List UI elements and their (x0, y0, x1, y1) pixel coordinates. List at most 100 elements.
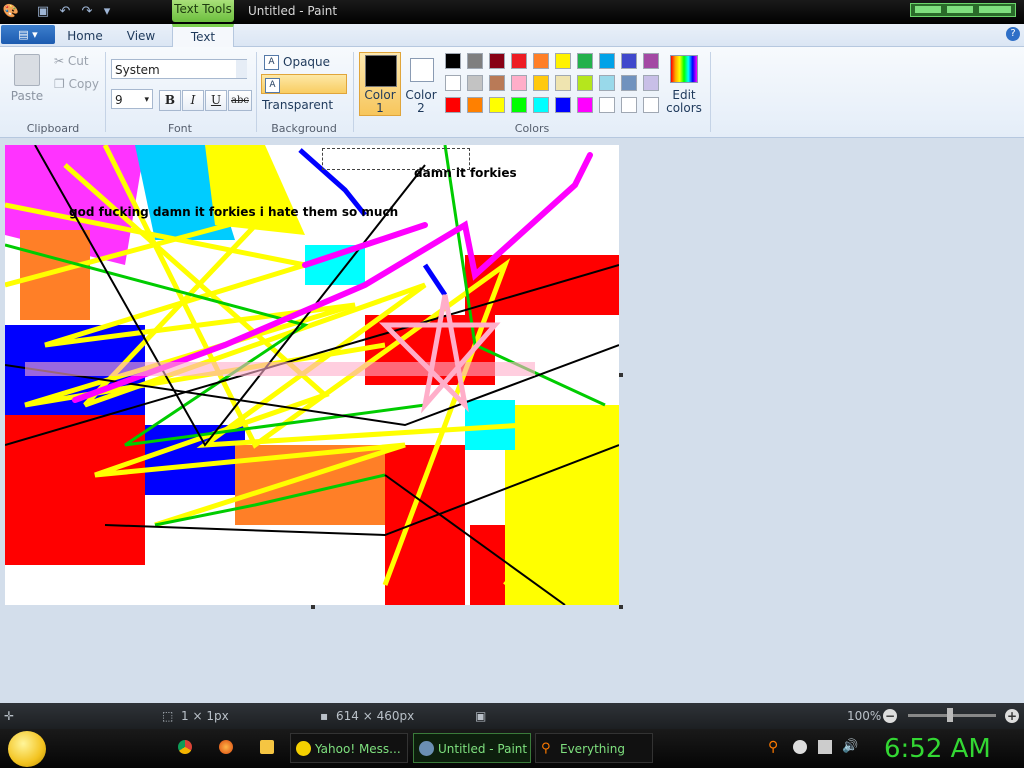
cursor-position-icon: ✛ (4, 709, 15, 723)
palette-swatch[interactable] (555, 53, 571, 69)
tray-minus-icon[interactable] (793, 740, 807, 754)
palette-swatch[interactable] (489, 53, 505, 69)
taskbar-item-paint[interactable]: Untitled - Paint (413, 733, 531, 763)
clipboard-icon (14, 54, 40, 86)
palette-swatch[interactable] (621, 53, 637, 69)
palette-swatch[interactable] (511, 97, 527, 113)
canvas-text-main: god fucking damn it forkies i hate them … (69, 205, 399, 219)
tab-view[interactable]: View (120, 26, 162, 46)
group-divider (710, 52, 711, 132)
save-icon[interactable]: ▣ (34, 3, 52, 21)
close-button[interactable] (979, 6, 1011, 13)
palette-swatch[interactable] (643, 53, 659, 69)
bold-button[interactable]: B (159, 90, 181, 111)
resize-handle-bottom[interactable] (311, 605, 315, 609)
copy-button[interactable]: ❐ Copy (54, 75, 99, 93)
taskbar-item-yahoo-messenger[interactable]: Yahoo! Mess... (290, 733, 408, 763)
zoom-level: 100% (847, 709, 882, 723)
palette-swatch[interactable] (621, 97, 637, 113)
palette-swatch[interactable] (445, 53, 461, 69)
image-size: 614 × 460px (336, 709, 415, 723)
palette-swatch[interactable] (445, 75, 461, 91)
palette-swatch[interactable] (467, 53, 483, 69)
palette-swatch[interactable] (467, 75, 483, 91)
maximize-button[interactable] (947, 6, 973, 13)
font-size-select[interactable]: 9 ▾ (111, 89, 153, 109)
copy-icon: ❐ (54, 77, 69, 91)
search-icon[interactable]: ⚲ (768, 740, 782, 754)
window-controls[interactable] (910, 3, 1016, 17)
zoom-out-button[interactable]: − (883, 709, 897, 723)
image-size-icon: ▪ (320, 709, 329, 723)
chevron-down-icon[interactable] (236, 60, 247, 78)
quick-access-dropdown-icon[interactable]: ▾ (98, 3, 116, 21)
volume-icon[interactable]: 🔊 (842, 740, 858, 754)
network-icon[interactable] (818, 740, 832, 754)
minimize-button[interactable] (915, 6, 941, 13)
text-tools-context-label: Text Tools (172, 0, 234, 22)
paint-app-icon[interactable]: 🎨 (2, 3, 20, 21)
font-family-select[interactable]: System (111, 59, 247, 79)
start-smiley-icon[interactable] (8, 731, 46, 767)
palette-swatch[interactable] (555, 75, 571, 91)
palette-swatch[interactable] (621, 75, 637, 91)
canvas-text-top: damn it forkies (414, 166, 517, 180)
group-divider (105, 52, 106, 132)
firefox-icon[interactable] (219, 740, 233, 754)
help-icon[interactable]: ? (1006, 27, 1020, 41)
paste-button[interactable]: Paste (6, 89, 48, 103)
italic-button[interactable]: I (182, 90, 204, 111)
palette-swatch[interactable] (599, 75, 615, 91)
palette-swatch[interactable] (599, 53, 615, 69)
color-spectrum-icon[interactable] (670, 55, 698, 83)
cut-button[interactable]: ✂ Cut (54, 52, 89, 70)
palette-swatch[interactable] (577, 53, 593, 69)
palette-swatch[interactable] (489, 97, 505, 113)
taskbar-item-everything[interactable]: ⚲ Everything (535, 733, 653, 763)
clock[interactable]: 6:52 AM (884, 733, 991, 765)
scissors-icon: ✂ (54, 54, 68, 68)
strikethrough-button[interactable]: abc (228, 90, 252, 111)
title-bar (0, 0, 1024, 24)
color2-swatch[interactable] (410, 58, 434, 82)
palette-swatch[interactable] (643, 97, 659, 113)
palette-swatch[interactable] (533, 53, 549, 69)
palette-swatch[interactable] (577, 97, 593, 113)
font-group-label: Font (168, 122, 192, 135)
underline-button[interactable]: U (205, 90, 227, 111)
palette-swatch[interactable] (445, 97, 461, 113)
palette-swatch[interactable] (577, 75, 593, 91)
group-divider (256, 52, 257, 132)
palette-swatch[interactable] (555, 97, 571, 113)
palette-swatch[interactable] (643, 75, 659, 91)
opaque-button[interactable]: A Opaque (261, 53, 347, 72)
edit-colors-button[interactable]: Edit colors (662, 89, 706, 115)
resize-handle-right[interactable] (619, 373, 623, 377)
paint-icon (419, 741, 434, 756)
palette-swatch[interactable] (533, 97, 549, 113)
tab-home[interactable]: Home (64, 26, 106, 46)
palette-swatch[interactable] (533, 75, 549, 91)
folder-icon[interactable] (260, 740, 274, 754)
undo-icon[interactable]: ↶ (56, 3, 74, 21)
zoom-slider-thumb[interactable] (947, 708, 953, 722)
background-group-label: Background (271, 122, 337, 135)
palette-swatch[interactable] (489, 75, 505, 91)
colors-group-label: Colors (514, 122, 550, 135)
group-divider (353, 52, 354, 132)
color1-label: Color 1 (364, 88, 396, 115)
palette-swatch[interactable] (511, 53, 527, 69)
chevron-down-icon: ▾ (144, 95, 149, 105)
resize-handle-corner[interactable] (619, 605, 623, 609)
palette-swatch[interactable] (599, 97, 615, 113)
color2-label[interactable]: Color 2 (403, 89, 439, 115)
clipboard-group-label: Clipboard (26, 122, 80, 135)
transparent-button[interactable]: ATransparent (261, 74, 347, 112)
chrome-icon[interactable] (178, 740, 192, 754)
redo-icon[interactable]: ↷ (78, 3, 96, 21)
palette-swatch[interactable] (467, 97, 483, 113)
palette-swatch[interactable] (511, 75, 527, 91)
paint-menu-button[interactable]: ▤ ▾ (1, 25, 55, 44)
zoom-in-button[interactable]: + (1005, 709, 1019, 723)
search-icon: ⚲ (541, 741, 551, 756)
